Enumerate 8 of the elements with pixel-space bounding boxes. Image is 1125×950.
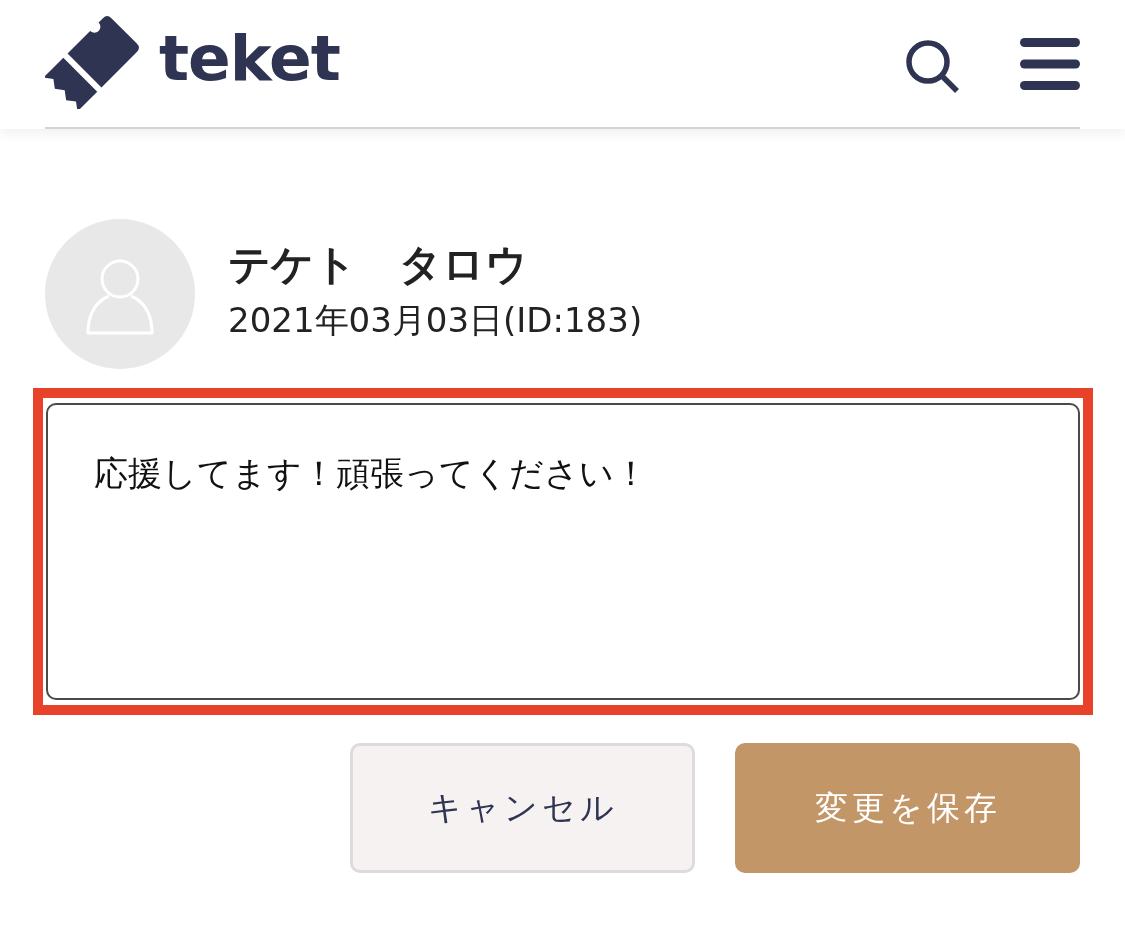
menu-icon[interactable] (1020, 37, 1080, 90)
user-date-id: 2021年03月03日(ID:183) (228, 299, 643, 343)
comment-field[interactable]: 応援してます！頑張ってください！ (46, 403, 1080, 700)
logo-text[interactable]: teket (159, 27, 340, 96)
user-name: テケト タロウ (228, 238, 529, 291)
ticket-logo-icon (45, 14, 141, 109)
search-icon[interactable] (906, 39, 960, 94)
cancel-button[interactable]: キャンセル (350, 743, 695, 873)
